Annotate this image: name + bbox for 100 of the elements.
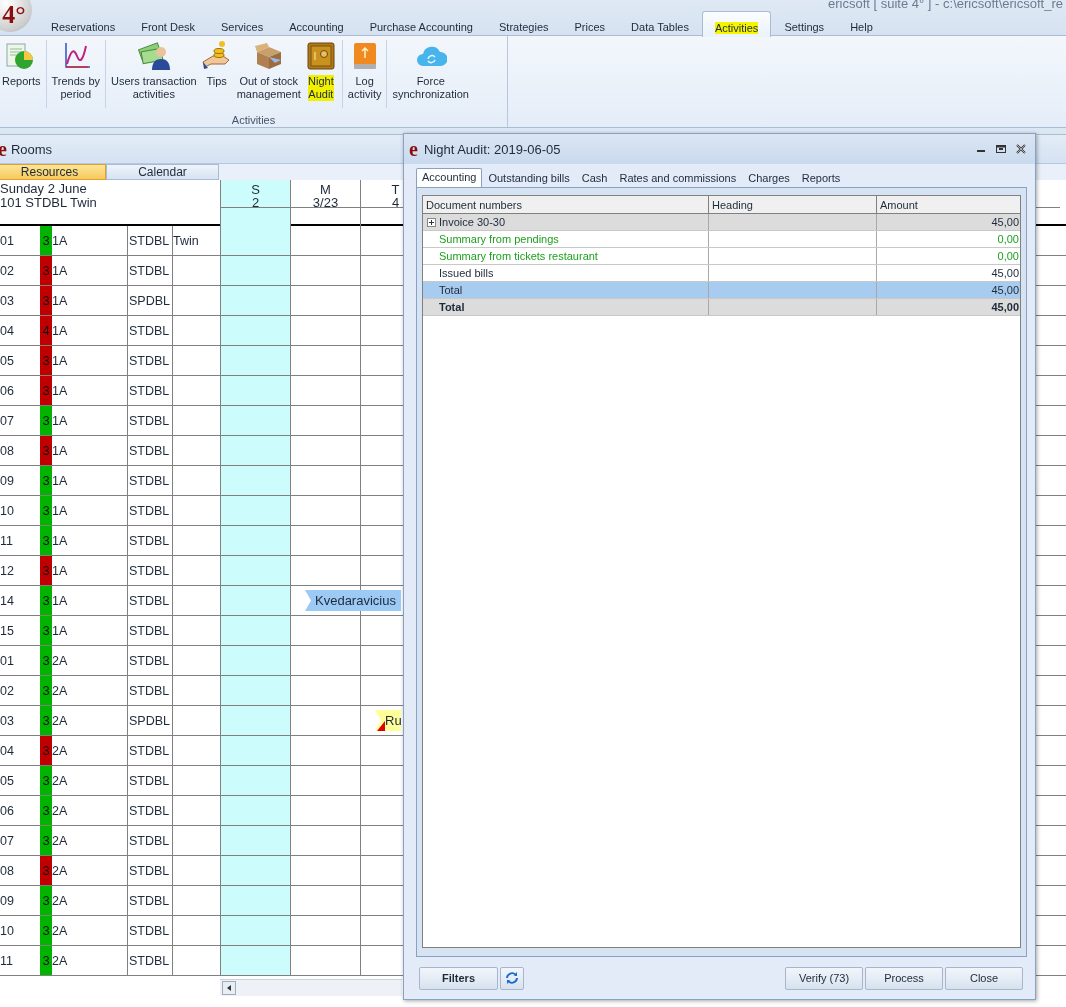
day-cell[interactable]: [220, 406, 290, 435]
menu-tab[interactable]: Front Desk: [128, 10, 208, 36]
status-marker: 4: [40, 316, 52, 345]
ribbon-button[interactable]: Log activity: [345, 40, 384, 101]
menu-tab[interactable]: Services: [208, 10, 277, 36]
horizontal-scrollbar[interactable]: [220, 979, 402, 996]
table-cell-text: Total: [438, 300, 466, 315]
day-cell[interactable]: [220, 676, 290, 705]
floor-label: 1A: [52, 383, 68, 398]
day-cell[interactable]: [220, 556, 290, 585]
room-number: 07: [0, 833, 14, 848]
column-header[interactable]: Amount: [876, 196, 1022, 213]
menu-tab[interactable]: Activities: [701, 11, 772, 37]
floor-label: 2A: [52, 833, 68, 848]
day-cell[interactable]: [220, 856, 290, 885]
floor-label: 2A: [52, 953, 68, 968]
dialog-tab[interactable]: Charges: [742, 169, 796, 187]
booking-bar[interactable]: Kvedaravicius: [305, 590, 401, 611]
ribbon-button[interactable]: Reports: [0, 40, 43, 88]
app-logo[interactable]: 4°: [0, 0, 32, 32]
menu-tab[interactable]: Accounting: [276, 10, 357, 36]
day-cell[interactable]: [220, 376, 290, 405]
status-marker: 3: [40, 856, 52, 885]
room-number: 01: [0, 653, 14, 668]
room-number: 08: [0, 443, 14, 458]
floor-label: 2A: [52, 773, 68, 788]
day-cell[interactable]: [220, 586, 290, 615]
table-cell: 0,00: [876, 231, 1022, 247]
expand-icon[interactable]: [427, 217, 436, 227]
status-marker: 3: [40, 436, 52, 465]
close-icon[interactable]: [1015, 143, 1027, 155]
day-cell[interactable]: [220, 916, 290, 945]
floor-label: 2A: [52, 803, 68, 818]
room-type: STDBL: [128, 443, 170, 458]
floor-label: 1A: [52, 353, 68, 368]
floor-label: 2A: [52, 743, 68, 758]
status-marker: 3: [40, 526, 52, 555]
view-tab[interactable]: Resources: [0, 164, 106, 180]
ribbon-button[interactable]: Force synchronization: [390, 40, 471, 101]
day-header: S 2: [220, 180, 290, 208]
dialog-tab[interactable]: Reports: [795, 169, 847, 187]
day-cell[interactable]: [220, 346, 290, 375]
floor-label: 2A: [52, 653, 68, 668]
room-number: 11: [0, 953, 13, 968]
status-marker: 3: [40, 556, 52, 585]
ribbon-button[interactable]: Night Audit: [302, 40, 339, 101]
day-cell[interactable]: [220, 316, 290, 345]
room-number: 10: [0, 923, 14, 938]
menu-tab[interactable]: Settings: [771, 10, 838, 36]
day-cell[interactable]: [220, 886, 290, 915]
menu-tab[interactable]: Purchase Accounting: [356, 10, 486, 36]
status-marker: 3: [40, 766, 52, 795]
day-cell[interactable]: [220, 436, 290, 465]
day-cell[interactable]: [220, 826, 290, 855]
room-type: STDBL: [128, 773, 170, 788]
day-cell[interactable]: [220, 286, 290, 315]
day-cell[interactable]: [220, 256, 290, 285]
day-cell[interactable]: [220, 796, 290, 825]
booking-bar[interactable]: Ru: [375, 710, 401, 731]
status-marker: 3: [40, 226, 52, 255]
dialog-tab[interactable]: Cash: [575, 169, 614, 187]
restore-icon[interactable]: [995, 143, 1007, 155]
floor-label: 1A: [52, 503, 68, 518]
dialog-tab[interactable]: Outstanding bills: [482, 169, 576, 187]
menu-tab[interactable]: Strategies: [486, 10, 562, 36]
day-cell[interactable]: [220, 706, 290, 735]
dialog-button[interactable]: Process: [865, 966, 943, 990]
day-cell[interactable]: [220, 526, 290, 555]
dialog-tab[interactable]: Rates and commissions: [613, 169, 743, 187]
day-cell[interactable]: [220, 496, 290, 525]
day-cell[interactable]: [220, 466, 290, 495]
dialog-button[interactable]: Filters: [419, 966, 498, 990]
day-cell[interactable]: [220, 616, 290, 645]
ribbon-button[interactable]: Out of stock management: [234, 40, 303, 101]
ribbon-button[interactable]: Users transaction activities: [109, 40, 199, 101]
room-number: 01: [0, 233, 14, 248]
menu-tab[interactable]: Help: [837, 10, 886, 36]
day-header: M 3/23: [290, 180, 360, 208]
dialog-tab[interactable]: Accounting: [416, 168, 483, 187]
refresh-button[interactable]: [500, 966, 524, 990]
day-cell[interactable]: [220, 226, 290, 255]
table-cell: 0,00: [876, 248, 1022, 264]
floor-label: 1A: [52, 533, 68, 548]
day-cell[interactable]: [220, 646, 290, 675]
ribbon-button[interactable]: Trends by period: [49, 40, 103, 101]
menu-tab[interactable]: Reservations: [38, 10, 129, 36]
menu-tab[interactable]: Prices: [561, 10, 619, 36]
room-type: STDBL: [128, 533, 170, 548]
floor-label: 1A: [52, 293, 68, 308]
view-tab[interactable]: Calendar: [106, 164, 219, 180]
menu-tab[interactable]: Data Tables: [618, 10, 702, 36]
day-cell[interactable]: [220, 766, 290, 795]
column-header[interactable]: Heading: [708, 196, 876, 213]
day-cell[interactable]: [220, 946, 290, 975]
dialog-button[interactable]: Close: [945, 966, 1023, 990]
room-number: 02: [0, 263, 14, 278]
window-title: Rooms: [10, 141, 53, 157]
dialog-button[interactable]: Verify (73): [785, 966, 863, 990]
ribbon-button[interactable]: Tips: [198, 40, 235, 88]
day-cell[interactable]: [220, 736, 290, 765]
